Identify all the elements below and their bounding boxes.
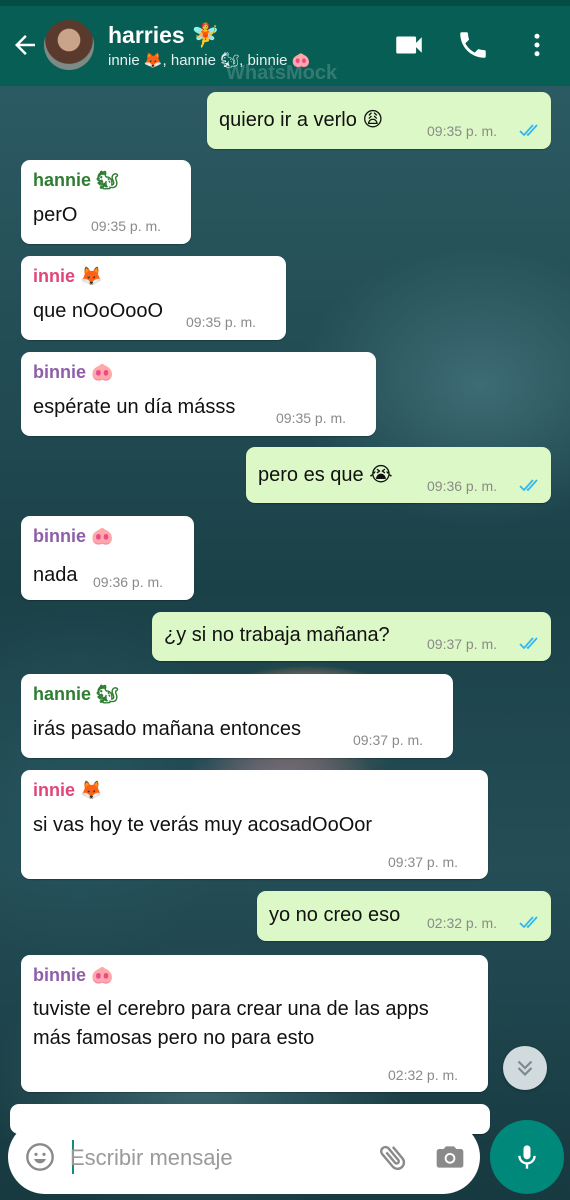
status-strip: [0, 0, 570, 6]
message-incoming[interactable]: binnie 🐽 nada 09:36 p. m.: [21, 516, 194, 600]
message-sender: binnie 🐽: [33, 965, 114, 985]
mic-icon: [518, 1145, 536, 1169]
message-sender: innie 🦊: [33, 780, 103, 800]
chat-title[interactable]: harries 🧚: [108, 22, 220, 49]
message-text: tuviste el cerebro para crear una de las…: [33, 998, 429, 1049]
message-time: 09:35 p. m.: [186, 314, 257, 330]
message-text: espérate un día másss: [33, 396, 236, 418]
mic-button[interactable]: [490, 1120, 564, 1194]
message-incoming[interactable]: innie 🦊 si vas hoy te verás muy acosadOo…: [21, 770, 488, 879]
message-sender: hannie 🐿: [33, 170, 119, 190]
more-vert-icon[interactable]: [522, 28, 552, 62]
message-time: 09:35 p. m.: [427, 123, 498, 139]
watermark: WhatsMock: [226, 62, 338, 84]
message-input[interactable]: [68, 1142, 362, 1174]
message-composer: [8, 1120, 480, 1194]
message-text: nada: [33, 564, 78, 586]
attach-icon[interactable]: [376, 1140, 410, 1174]
message-outgoing[interactable]: quiero ir a verlo 😩 09:35 p. m.: [207, 92, 551, 149]
message-time: 09:37 p. m.: [427, 636, 498, 652]
camera-icon[interactable]: [434, 1141, 466, 1173]
message-sender: hannie 🐿: [33, 684, 119, 704]
double-check-icon: [519, 916, 538, 929]
message-incoming[interactable]: binnie 🐽 espérate un día másss 09:35 p. …: [21, 352, 376, 436]
message-incoming[interactable]: binnie 🐽 tuviste el cerebro para crear u…: [21, 955, 488, 1092]
message-time: 09:35 p. m.: [91, 218, 162, 234]
message-text: pero es que 😭: [258, 464, 393, 486]
message-time: 09:35 p. m.: [276, 410, 347, 426]
message-sender: binnie 🐽: [33, 362, 114, 382]
message-time: 02:32 p. m.: [427, 915, 498, 931]
video-call-icon[interactable]: [392, 28, 426, 62]
message-outgoing[interactable]: ¿y si no trabaja mañana? 09:37 p. m.: [152, 612, 551, 661]
scroll-down-icon: [517, 1060, 533, 1077]
message-text: ¿y si no trabaja mañana?: [164, 624, 390, 646]
message-text: irás pasado mañana entonces: [33, 718, 301, 740]
message-text: que nOoOooO: [33, 300, 164, 322]
message-time: 09:36 p. m.: [93, 574, 164, 590]
message-time: 02:32 p. m.: [388, 1067, 459, 1083]
message-incoming[interactable]: hannie 🐿 perO 09:35 p. m.: [21, 160, 191, 244]
message-text: quiero ir a verlo 😩: [219, 109, 384, 131]
avatar[interactable]: [44, 20, 94, 70]
message-text: si vas hoy te verás muy acosadOoOor: [33, 814, 373, 836]
message-sender: innie 🦊: [33, 266, 103, 286]
message-outgoing[interactable]: pero es que 😭 09:36 p. m.: [246, 447, 551, 503]
message-incoming[interactable]: innie 🦊 que nOoOooO 09:35 p. m.: [21, 256, 286, 340]
message-text: perO: [33, 204, 78, 226]
message-outgoing[interactable]: yo no creo eso 02:32 p. m.: [257, 891, 551, 941]
message-time: 09:37 p. m.: [353, 732, 424, 748]
message-text: yo no creo eso: [269, 904, 401, 926]
emoji-icon[interactable]: [24, 1141, 56, 1173]
scroll-down-button[interactable]: [503, 1046, 547, 1090]
message-time: 09:36 p. m.: [427, 478, 498, 494]
phone-icon[interactable]: [456, 28, 490, 62]
double-check-icon: [519, 637, 538, 650]
double-check-icon: [519, 124, 538, 137]
back-arrow-icon[interactable]: [10, 30, 40, 60]
message-incoming[interactable]: hannie 🐿 irás pasado mañana entonces 09:…: [21, 674, 453, 758]
double-check-icon: [519, 479, 538, 492]
message-time: 09:37 p. m.: [388, 854, 459, 870]
message-sender: binnie 🐽: [33, 526, 114, 546]
